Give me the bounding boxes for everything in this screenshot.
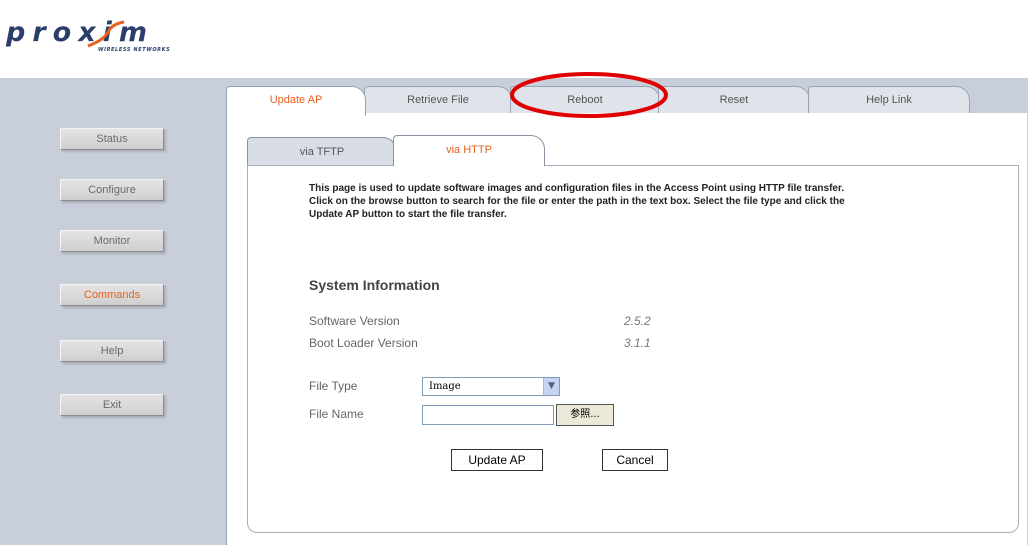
- tab-reset[interactable]: Reset: [658, 86, 810, 114]
- subtab-strip: via TFTP via HTTP: [247, 133, 547, 166]
- main-panel: via TFTP via HTTP This page is used to u…: [226, 113, 1027, 545]
- top-tab-strip: Update AP Retrieve File Reboot Reset Hel…: [226, 78, 1026, 116]
- sidebar-item-status[interactable]: Status: [60, 128, 164, 150]
- sidebar-item-commands[interactable]: Commands: [60, 284, 164, 306]
- software-version-label: Software Version: [309, 314, 400, 328]
- content-box: This page is used to update software ima…: [247, 165, 1019, 533]
- sidebar-item-exit[interactable]: Exit: [60, 394, 164, 416]
- subtab-via-http[interactable]: via HTTP: [393, 135, 545, 166]
- page-description: This page is used to update software ima…: [309, 183, 845, 220]
- software-version-value: 2.5.2: [624, 314, 651, 328]
- file-name-label: File Name: [309, 407, 364, 421]
- section-title-system-information: System Information: [309, 277, 440, 293]
- logo-tagline: WIRELESS NETWORKS: [98, 47, 171, 53]
- proxim-logo: proxim WIRELESS NETWORKS: [6, 17, 170, 54]
- tab-retrieve-file[interactable]: Retrieve File: [364, 86, 512, 114]
- file-type-label: File Type: [309, 379, 358, 393]
- tab-reboot[interactable]: Reboot: [510, 86, 660, 114]
- sidebar: Status Configure Monitor Commands Help E…: [0, 78, 216, 545]
- subtab-via-tftp[interactable]: via TFTP: [247, 137, 397, 166]
- tab-update-ap[interactable]: Update AP: [226, 86, 366, 116]
- header: proxim WIRELESS NETWORKS: [0, 0, 1028, 78]
- boot-loader-version-value: 3.1.1: [624, 336, 651, 350]
- boot-loader-version-label: Boot Loader Version: [309, 336, 418, 350]
- browse-button[interactable]: 参照...: [556, 404, 614, 426]
- logo-swoosh-icon: [87, 20, 125, 48]
- chevron-down-icon[interactable]: ▼: [543, 378, 559, 395]
- sidebar-item-configure[interactable]: Configure: [60, 179, 164, 201]
- file-type-select[interactable]: Image ▼: [422, 377, 560, 396]
- file-type-selected-value: Image: [429, 381, 461, 392]
- sidebar-item-monitor[interactable]: Monitor: [60, 230, 164, 252]
- file-name-input[interactable]: [422, 405, 554, 425]
- cancel-button[interactable]: Cancel: [602, 449, 668, 471]
- update-ap-button[interactable]: Update AP: [451, 449, 543, 471]
- tab-help-link[interactable]: Help Link: [808, 86, 970, 114]
- sidebar-item-help[interactable]: Help: [60, 340, 164, 362]
- logo-wordmark: proxim: [6, 17, 154, 48]
